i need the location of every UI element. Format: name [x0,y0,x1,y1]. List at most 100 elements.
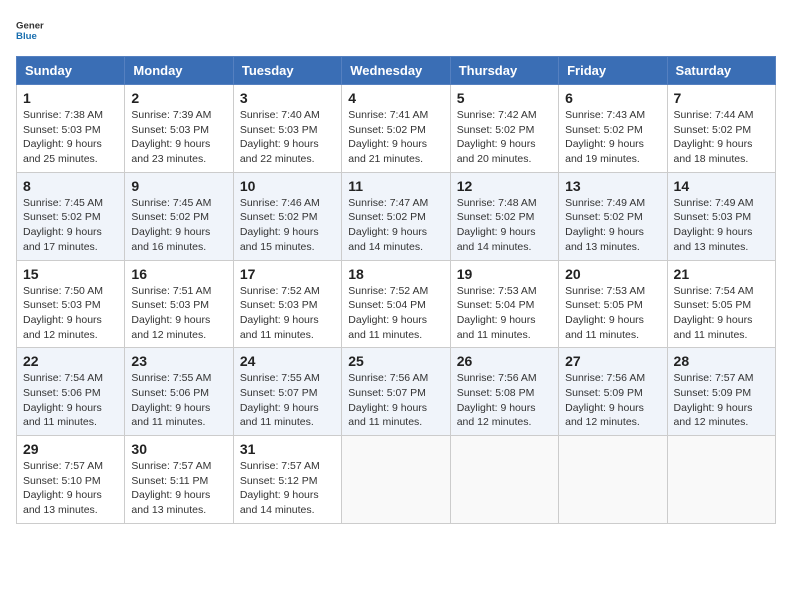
calendar-cell: 1 Sunrise: 7:38 AM Sunset: 5:03 PM Daylig… [17,85,125,173]
calendar-header-row: SundayMondayTuesdayWednesdayThursdayFrid… [17,57,776,85]
calendar-day-header: Sunday [17,57,125,85]
day-info: Sunrise: 7:40 AM Sunset: 5:03 PM Dayligh… [240,108,335,167]
day-info: Sunrise: 7:46 AM Sunset: 5:02 PM Dayligh… [240,196,335,255]
svg-text:General: General [16,20,44,31]
day-number: 17 [240,266,335,282]
day-info: Sunrise: 7:44 AM Sunset: 5:02 PM Dayligh… [674,108,769,167]
calendar-cell: 15 Sunrise: 7:50 AM Sunset: 5:03 PM Dayli… [17,260,125,348]
calendar-cell: 30 Sunrise: 7:57 AM Sunset: 5:11 PM Dayli… [125,436,233,524]
day-number: 20 [565,266,660,282]
day-info: Sunrise: 7:50 AM Sunset: 5:03 PM Dayligh… [23,284,118,343]
calendar-cell: 22 Sunrise: 7:54 AM Sunset: 5:06 PM Dayli… [17,348,125,436]
calendar-cell: 20Sunrise: 7:53 AM Sunset: 5:05 PM Dayli… [559,260,667,348]
calendar-cell [450,436,558,524]
calendar-cell: 24 Sunrise: 7:55 AM Sunset: 5:07 PM Dayli… [233,348,341,436]
calendar-cell: 14 Sunrise: 7:49 AM Sunset: 5:03 PM Dayli… [667,172,775,260]
day-number: 27 [565,353,660,369]
calendar-cell: 2 Sunrise: 7:39 AM Sunset: 5:03 PM Daylig… [125,85,233,173]
calendar-cell: 26Sunrise: 7:56 AM Sunset: 5:08 PM Dayli… [450,348,558,436]
calendar-week-row: 1 Sunrise: 7:38 AM Sunset: 5:03 PM Daylig… [17,85,776,173]
day-number: 5 [457,90,552,106]
day-number: 24 [240,353,335,369]
day-number: 6 [565,90,660,106]
calendar-week-row: 15 Sunrise: 7:50 AM Sunset: 5:03 PM Dayli… [17,260,776,348]
day-number: 19 [457,266,552,282]
calendar-cell: 7 Sunrise: 7:44 AM Sunset: 5:02 PM Daylig… [667,85,775,173]
calendar-cell [559,436,667,524]
day-info: Sunrise: 7:49 AM Sunset: 5:02 PM Dayligh… [565,196,660,255]
day-number: 30 [131,441,226,457]
calendar-cell: 18 Sunrise: 7:52 AM Sunset: 5:04 PM Dayli… [342,260,450,348]
day-info: Sunrise: 7:56 AM Sunset: 5:09 PM Dayligh… [565,371,660,430]
calendar-cell: 21 Sunrise: 7:54 AM Sunset: 5:05 PM Dayli… [667,260,775,348]
day-info: Sunrise: 7:48 AM Sunset: 5:02 PM Dayligh… [457,196,552,255]
calendar-cell: 12 Sunrise: 7:48 AM Sunset: 5:02 PM Dayli… [450,172,558,260]
day-number: 1 [23,90,118,106]
day-info: Sunrise: 7:51 AM Sunset: 5:03 PM Dayligh… [131,284,226,343]
day-number: 28 [674,353,769,369]
day-info: Sunrise: 7:45 AM Sunset: 5:02 PM Dayligh… [23,196,118,255]
calendar-cell [667,436,775,524]
day-number: 14 [674,178,769,194]
day-number: 12 [457,178,552,194]
day-info: Sunrise: 7:43 AM Sunset: 5:02 PM Dayligh… [565,108,660,167]
day-number: 22 [23,353,118,369]
day-number: 29 [23,441,118,457]
day-number: 11 [348,178,443,194]
calendar-cell: 13 Sunrise: 7:49 AM Sunset: 5:02 PM Dayli… [559,172,667,260]
calendar-cell: 5 Sunrise: 7:42 AM Sunset: 5:02 PM Daylig… [450,85,558,173]
header: General Blue [16,16,776,44]
day-info: Sunrise: 7:42 AM Sunset: 5:02 PM Dayligh… [457,108,552,167]
day-number: 3 [240,90,335,106]
calendar-cell: 27 Sunrise: 7:56 AM Sunset: 5:09 PM Dayli… [559,348,667,436]
calendar-cell: 16 Sunrise: 7:51 AM Sunset: 5:03 PM Dayli… [125,260,233,348]
day-info: Sunrise: 7:38 AM Sunset: 5:03 PM Dayligh… [23,108,118,167]
calendar-table: SundayMondayTuesdayWednesdayThursdayFrid… [16,56,776,524]
day-number: 21 [674,266,769,282]
day-number: 2 [131,90,226,106]
day-info: Sunrise: 7:57 AM Sunset: 5:10 PM Dayligh… [23,459,118,518]
day-info: Sunrise: 7:57 AM Sunset: 5:09 PM Dayligh… [674,371,769,430]
day-number: 10 [240,178,335,194]
day-info: Sunrise: 7:52 AM Sunset: 5:04 PM Dayligh… [348,284,443,343]
calendar-cell: 10 Sunrise: 7:46 AM Sunset: 5:02 PM Dayli… [233,172,341,260]
day-number: 18 [348,266,443,282]
day-info: Sunrise: 7:57 AM Sunset: 5:11 PM Dayligh… [131,459,226,518]
calendar-cell: 31Sunrise: 7:57 AM Sunset: 5:12 PM Dayli… [233,436,341,524]
day-number: 16 [131,266,226,282]
day-number: 8 [23,178,118,194]
calendar-cell: 3 Sunrise: 7:40 AM Sunset: 5:03 PM Daylig… [233,85,341,173]
calendar-week-row: 22 Sunrise: 7:54 AM Sunset: 5:06 PM Dayli… [17,348,776,436]
day-info: Sunrise: 7:55 AM Sunset: 5:06 PM Dayligh… [131,371,226,430]
logo-icon: General Blue [16,16,44,44]
day-info: Sunrise: 7:39 AM Sunset: 5:03 PM Dayligh… [131,108,226,167]
logo: General Blue [16,16,48,44]
day-info: Sunrise: 7:56 AM Sunset: 5:08 PM Dayligh… [457,371,552,430]
day-number: 15 [23,266,118,282]
day-number: 23 [131,353,226,369]
calendar-day-header: Monday [125,57,233,85]
calendar-cell: 4Sunrise: 7:41 AM Sunset: 5:02 PM Daylig… [342,85,450,173]
day-info: Sunrise: 7:45 AM Sunset: 5:02 PM Dayligh… [131,196,226,255]
calendar-day-header: Tuesday [233,57,341,85]
day-info: Sunrise: 7:53 AM Sunset: 5:04 PM Dayligh… [457,284,552,343]
calendar-cell: 25 Sunrise: 7:56 AM Sunset: 5:07 PM Dayli… [342,348,450,436]
calendar-cell: 6 Sunrise: 7:43 AM Sunset: 5:02 PM Daylig… [559,85,667,173]
calendar-day-header: Wednesday [342,57,450,85]
calendar-day-header: Thursday [450,57,558,85]
day-number: 7 [674,90,769,106]
day-info: Sunrise: 7:49 AM Sunset: 5:03 PM Dayligh… [674,196,769,255]
calendar-cell: 28 Sunrise: 7:57 AM Sunset: 5:09 PM Dayli… [667,348,775,436]
day-number: 25 [348,353,443,369]
calendar-cell: 17 Sunrise: 7:52 AM Sunset: 5:03 PM Dayli… [233,260,341,348]
day-info: Sunrise: 7:55 AM Sunset: 5:07 PM Dayligh… [240,371,335,430]
day-info: Sunrise: 7:57 AM Sunset: 5:12 PM Dayligh… [240,459,335,518]
calendar-day-header: Friday [559,57,667,85]
calendar-cell: 9Sunrise: 7:45 AM Sunset: 5:02 PM Daylig… [125,172,233,260]
day-info: Sunrise: 7:56 AM Sunset: 5:07 PM Dayligh… [348,371,443,430]
day-number: 13 [565,178,660,194]
calendar-cell [342,436,450,524]
day-info: Sunrise: 7:54 AM Sunset: 5:06 PM Dayligh… [23,371,118,430]
day-info: Sunrise: 7:52 AM Sunset: 5:03 PM Dayligh… [240,284,335,343]
day-info: Sunrise: 7:54 AM Sunset: 5:05 PM Dayligh… [674,284,769,343]
